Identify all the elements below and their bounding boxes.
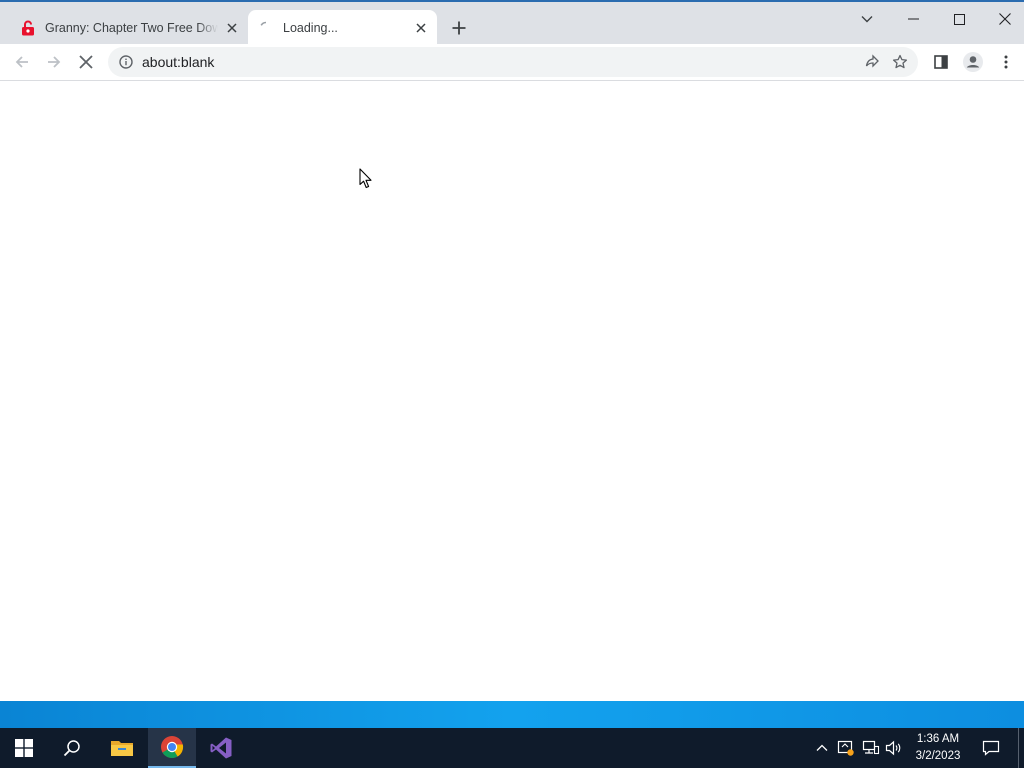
stop-icon xyxy=(79,55,93,69)
info-icon[interactable] xyxy=(118,54,134,70)
minimize-icon xyxy=(907,18,919,20)
file-explorer-icon xyxy=(111,741,133,756)
tab-title: Granny: Chapter Two Free Download xyxy=(45,21,218,35)
forward-arrow-icon xyxy=(48,56,61,68)
side-panel-icon xyxy=(934,55,948,69)
red-lock-favicon-icon xyxy=(20,20,36,36)
share-icon xyxy=(865,54,879,68)
file-explorer-button[interactable] xyxy=(98,728,146,768)
tab-strip: Granny: Chapter Two Free Download Loadin… xyxy=(0,0,1024,46)
start-button[interactable] xyxy=(0,728,48,768)
side-panel-button[interactable] xyxy=(927,48,955,76)
visual-studio-button[interactable] xyxy=(198,728,244,768)
search-button[interactable] xyxy=(48,728,96,768)
url-text[interactable]: about:blank xyxy=(142,54,858,70)
share-button[interactable] xyxy=(858,48,886,76)
tab-loading[interactable]: Loading... xyxy=(248,10,437,46)
address-bar[interactable]: about:blank xyxy=(108,47,918,77)
action-center-button[interactable] xyxy=(972,728,1010,768)
chevron-down-icon xyxy=(861,16,873,23)
clock-time: 1:36 AM xyxy=(916,733,960,745)
kebab-menu-icon xyxy=(1004,55,1008,69)
mouse-cursor-icon xyxy=(359,168,372,189)
system-clock[interactable]: 1:36 AM 3/2/2023 xyxy=(906,731,970,765)
profile-button[interactable] xyxy=(959,48,987,76)
volume-icon[interactable] xyxy=(884,738,904,758)
chrome-icon xyxy=(161,736,184,759)
bookmark-button[interactable] xyxy=(886,48,914,76)
notification-icon xyxy=(982,740,1000,756)
tab-granny-chapter-two[interactable]: Granny: Chapter Two Free Download xyxy=(10,10,248,46)
close-tab-icon[interactable] xyxy=(411,18,431,38)
start-icon xyxy=(15,739,33,757)
tab-search-button[interactable] xyxy=(844,4,890,34)
forward-button[interactable] xyxy=(40,48,68,76)
new-tab-button[interactable] xyxy=(448,17,470,39)
page-content[interactable] xyxy=(0,82,1024,701)
back-button[interactable] xyxy=(8,48,36,76)
search-icon xyxy=(63,740,80,757)
security-icon[interactable] xyxy=(836,738,856,758)
show-desktop-divider[interactable] xyxy=(1018,728,1019,768)
minimize-button[interactable] xyxy=(890,4,936,34)
network-icon[interactable] xyxy=(861,738,881,758)
close-window-button[interactable] xyxy=(982,4,1024,34)
taskbar: 1:36 AM 3/2/2023 xyxy=(0,728,1024,768)
stop-loading-button[interactable] xyxy=(72,48,100,76)
avatar-icon xyxy=(963,52,983,72)
back-arrow-icon xyxy=(15,56,28,68)
chevron-up-icon[interactable] xyxy=(812,738,832,758)
desktop-background xyxy=(0,701,1024,728)
visual-studio-icon xyxy=(210,737,232,759)
loading-spinner-icon xyxy=(258,20,274,36)
maximize-icon xyxy=(953,13,965,25)
close-tab-icon[interactable] xyxy=(222,18,242,38)
close-icon xyxy=(999,13,1011,25)
plus-icon xyxy=(452,21,466,35)
star-icon xyxy=(892,54,908,69)
maximize-button[interactable] xyxy=(936,4,982,34)
chrome-taskbar-button[interactable] xyxy=(148,728,196,768)
menu-button[interactable] xyxy=(992,48,1020,76)
clock-date: 3/2/2023 xyxy=(915,750,961,762)
tab-title: Loading... xyxy=(283,21,338,35)
browser-toolbar: about:blank xyxy=(0,44,1024,81)
